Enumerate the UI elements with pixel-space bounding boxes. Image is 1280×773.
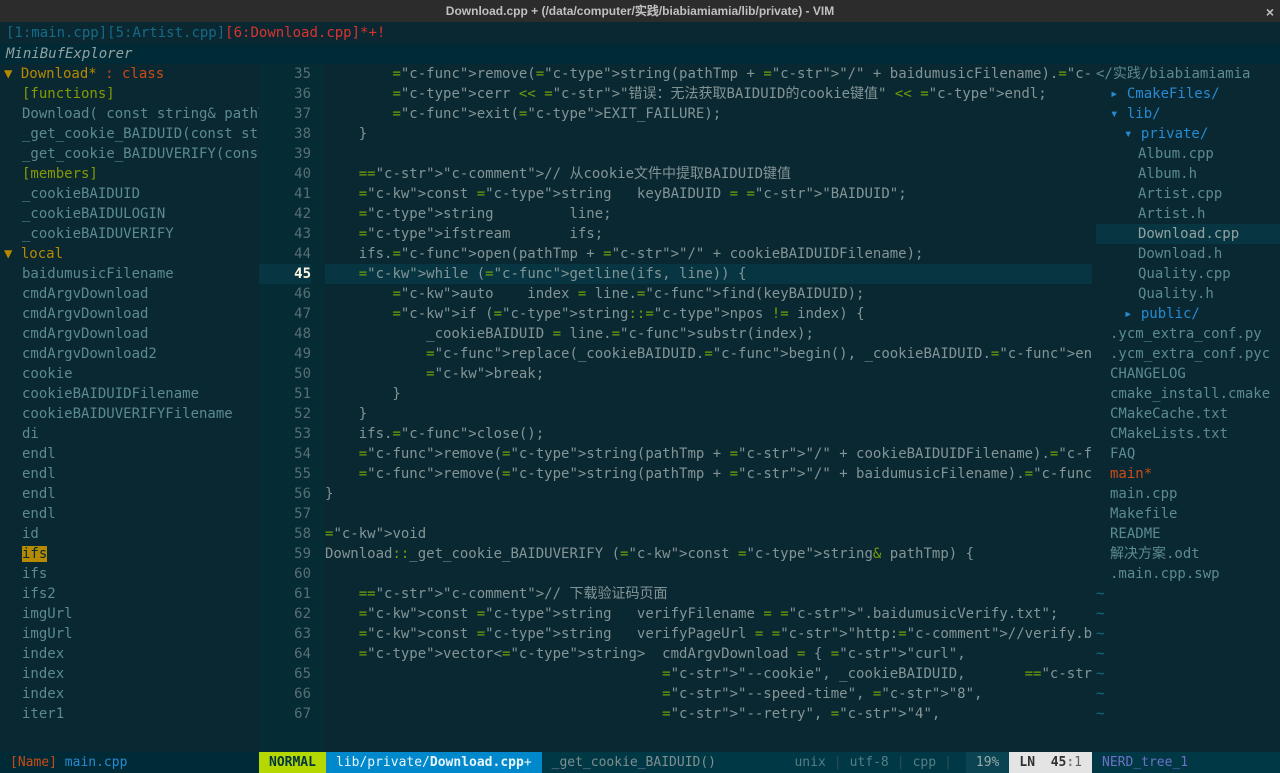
taglist-item[interactable]: endl xyxy=(4,484,259,504)
taglist-item[interactable]: cookieBAIDUVERIFYFilename xyxy=(4,404,259,424)
status-function: _get_cookie_BAIDUID() xyxy=(542,752,781,773)
taglist-item[interactable]: cookie xyxy=(4,364,259,384)
nerdtree-pane[interactable]: </实践/biabiamiamia ▸ CmakeFiles/▾ lib/▾ p… xyxy=(1092,64,1280,752)
line-gutter: 3536373839404142434445464748495051525354… xyxy=(259,64,325,752)
taglist-item[interactable]: cookieBAIDUIDFilename xyxy=(4,384,259,404)
taglist-item[interactable]: index xyxy=(4,664,259,684)
taglist-item[interactable]: endl xyxy=(4,444,259,464)
tree-file[interactable]: Makefile xyxy=(1096,504,1280,524)
tree-file[interactable]: Download.h xyxy=(1096,244,1280,264)
tree-file[interactable]: main* xyxy=(1096,464,1280,484)
buffer-tab[interactable]: [5:Artist.cpp] xyxy=(107,25,225,41)
taglist-item[interactable]: cmdArgvDownload xyxy=(4,324,259,344)
code-content[interactable]: ="c-func">remove(="c-type">string(pathTm… xyxy=(325,64,1092,752)
taglist-item[interactable]: _get_cookie_BAIDUVERIFY(const xyxy=(4,144,259,164)
tree-file[interactable]: CMakeLists.txt xyxy=(1096,424,1280,444)
status-nerd: NERD_tree_1 xyxy=(1092,752,1280,773)
taglist-class[interactable]: Download* xyxy=(21,66,97,82)
editor-pane[interactable]: 3536373839404142434445464748495051525354… xyxy=(259,64,1092,752)
tree-file[interactable]: Quality.cpp xyxy=(1096,264,1280,284)
taglist-item[interactable]: ifs xyxy=(4,544,259,564)
tree-folder[interactable]: ▸ CmakeFiles/ xyxy=(1096,84,1280,104)
tree-file[interactable]: README xyxy=(1096,524,1280,544)
minibuf-label: MiniBufExplorer xyxy=(0,44,1280,64)
tree-folder[interactable]: ▾ lib/ xyxy=(1096,104,1280,124)
tree-file[interactable]: Download.cpp xyxy=(1096,224,1280,244)
tree-file[interactable]: cmake_install.cmake xyxy=(1096,384,1280,404)
tree-file[interactable]: Album.cpp xyxy=(1096,144,1280,164)
taglist-pane[interactable]: ▼ Download* : class [functions] Download… xyxy=(0,64,259,752)
tree-file[interactable]: CMakeCache.txt xyxy=(1096,404,1280,424)
tree-file[interactable]: FAQ xyxy=(1096,444,1280,464)
taglist-item[interactable]: _cookieBAIDULOGIN xyxy=(4,204,259,224)
buffer-bar: [1:main.cpp][5:Artist.cpp][6:Download.cp… xyxy=(0,22,1280,44)
tree-file[interactable]: Artist.h xyxy=(1096,204,1280,224)
tree-file[interactable]: main.cpp xyxy=(1096,484,1280,504)
tree-file[interactable]: Quality.h xyxy=(1096,284,1280,304)
buffer-tab[interactable]: [1:main.cpp] xyxy=(6,25,107,41)
taglist-item[interactable]: id xyxy=(4,524,259,544)
buffer-tab-active[interactable]: [6:Download.cpp]*+! xyxy=(225,25,385,41)
taglist-item[interactable]: imgUrl xyxy=(4,604,259,624)
tree-file[interactable]: Artist.cpp xyxy=(1096,184,1280,204)
status-line: LN 45:1 xyxy=(1009,752,1092,773)
status-file: lib/private/Download.cpp + xyxy=(326,752,542,773)
status-percent: 19% xyxy=(966,752,1009,773)
taglist-item[interactable]: cmdArgvDownload xyxy=(4,304,259,324)
taglist-item[interactable]: imgUrl xyxy=(4,624,259,644)
taglist-item[interactable]: di xyxy=(4,424,259,444)
tree-file[interactable]: .ycm_extra_conf.py xyxy=(1096,324,1280,344)
taglist-item[interactable]: ifs xyxy=(4,564,259,584)
taglist-item[interactable]: cmdArgvDownload2 xyxy=(4,344,259,364)
tree-file[interactable]: Album.h xyxy=(1096,164,1280,184)
window-title: Download.cpp + (/data/computer/实践/biabia… xyxy=(446,1,834,21)
taglist-item[interactable]: _get_cookie_BAIDUID(const string xyxy=(4,124,259,144)
status-info: unix| utf-8| cpp| xyxy=(780,752,965,773)
taglist-item[interactable]: _cookieBAIDUVERIFY xyxy=(4,224,259,244)
tree-folder[interactable]: ▾ private/ xyxy=(1096,124,1280,144)
status-name: [Name] main.cpp xyxy=(0,752,259,773)
status-bar: [Name] main.cpp NORMAL lib/private/Downl… xyxy=(0,752,1280,773)
taglist-item[interactable]: baidumusicFilename xyxy=(4,264,259,284)
taglist-item[interactable]: endl xyxy=(4,464,259,484)
tree-file[interactable]: 解决方案.odt xyxy=(1096,544,1280,564)
taglist-item[interactable]: cmdArgvDownload xyxy=(4,284,259,304)
taglist-item[interactable]: iter1 xyxy=(4,704,259,724)
tree-file[interactable]: CHANGELOG xyxy=(1096,364,1280,384)
taglist-item[interactable]: index xyxy=(4,684,259,704)
taglist-section: local xyxy=(21,246,63,262)
taglist-section: [members] xyxy=(4,164,259,184)
close-icon[interactable]: × xyxy=(1266,2,1274,22)
tree-file[interactable]: .ycm_extra_conf.pyc xyxy=(1096,344,1280,364)
taglist-item[interactable]: ifs2 xyxy=(4,584,259,604)
taglist-section: [functions] xyxy=(4,84,259,104)
taglist-item[interactable]: _cookieBAIDUID xyxy=(4,184,259,204)
taglist-item[interactable]: endl xyxy=(4,504,259,524)
tree-folder[interactable]: ▸ public/ xyxy=(1096,304,1280,324)
taglist-item[interactable]: Download( const string& pathTmp xyxy=(4,104,259,124)
status-mode: NORMAL xyxy=(259,752,326,773)
tree-file[interactable]: .main.cpp.swp xyxy=(1096,564,1280,584)
window-titlebar: Download.cpp + (/data/computer/实践/biabia… xyxy=(0,0,1280,22)
taglist-item[interactable]: index xyxy=(4,644,259,664)
